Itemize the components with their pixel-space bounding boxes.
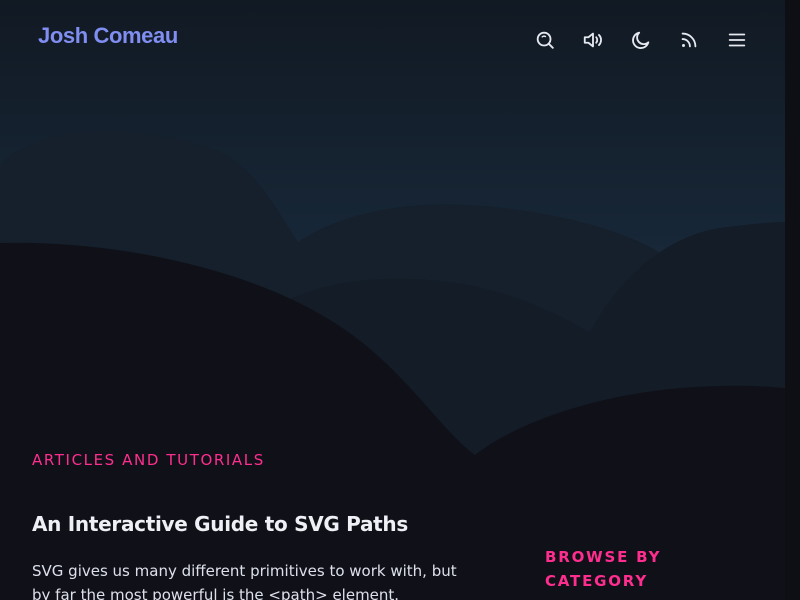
article-title-link[interactable]: An Interactive Guide to SVG Paths: [32, 512, 408, 536]
moon-icon: [632, 31, 650, 49]
search-icon: [536, 31, 554, 49]
site-header: Josh Comeau: [0, 0, 785, 80]
site-logo[interactable]: Josh Comeau: [38, 23, 178, 49]
header-actions: [533, 28, 773, 52]
rss-button[interactable]: [677, 28, 701, 52]
menu-button[interactable]: [725, 28, 749, 52]
menu-icon: [728, 33, 746, 47]
page: Josh Comeau ARTICLES AND TUTORIALS An In…: [0, 0, 800, 600]
rss-icon: [681, 32, 697, 48]
search-button[interactable]: [533, 28, 557, 52]
section-eyebrow: ARTICLES AND TUTORIALS: [32, 451, 265, 469]
volume-icon: [583, 32, 602, 48]
browse-by-category-heading: BROWSE BY CATEGORY: [545, 548, 662, 590]
sound-toggle-button[interactable]: [581, 28, 605, 52]
page-scrollbar[interactable]: [785, 0, 800, 600]
dark-mode-toggle-button[interactable]: [629, 28, 653, 52]
article-excerpt: SVG gives us many different primitives t…: [32, 562, 457, 600]
